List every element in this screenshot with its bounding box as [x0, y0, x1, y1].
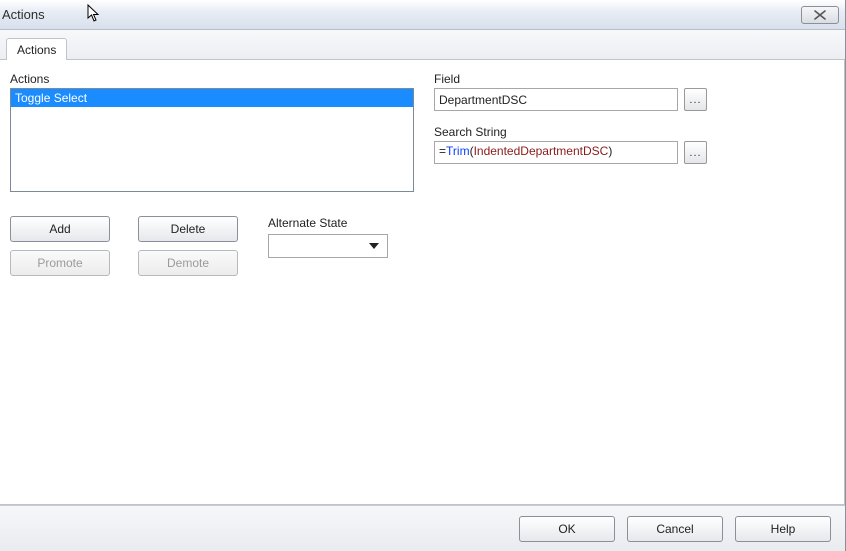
actions-label: Actions: [10, 72, 414, 86]
search-string-input[interactable]: =Trim(IndentedDepartmentDSC): [434, 141, 678, 164]
titlebar: Actions: [0, 0, 845, 30]
mouse-cursor-icon: [87, 4, 101, 25]
close-button[interactable]: [801, 6, 839, 24]
ok-button[interactable]: OK: [519, 516, 615, 542]
dialog-button-bar: OK Cancel Help: [0, 505, 845, 551]
search-string-label: Search String: [434, 125, 832, 139]
field-browse-button[interactable]: ...: [684, 88, 707, 111]
search-string-browse-button[interactable]: ...: [684, 141, 707, 164]
promote-button[interactable]: Promote: [10, 250, 110, 276]
chevron-down-icon: [369, 243, 379, 249]
cancel-button[interactable]: Cancel: [627, 516, 723, 542]
tab-panel: Actions Toggle Select Add Promote Delete…: [0, 60, 845, 505]
field-label: Field: [434, 72, 832, 86]
tab-actions[interactable]: Actions: [6, 38, 67, 60]
alternate-state-label: Alternate State: [268, 216, 388, 230]
help-button[interactable]: Help: [735, 516, 831, 542]
field-input[interactable]: [434, 88, 678, 111]
close-icon: [814, 10, 826, 20]
window-title: Actions: [2, 7, 45, 22]
actions-column: Actions Toggle Select Add Promote Delete…: [10, 72, 414, 276]
alternate-state-select[interactable]: [268, 234, 388, 258]
field-column: Field ... Search String =Trim(IndentedDe…: [414, 72, 832, 276]
add-button[interactable]: Add: [10, 216, 110, 242]
dialog-actions: Actions Actions Actions Toggle Select: [0, 0, 846, 551]
actions-list-item[interactable]: Toggle Select: [11, 89, 413, 107]
actions-list[interactable]: Toggle Select: [10, 88, 414, 192]
delete-button[interactable]: Delete: [138, 216, 238, 242]
demote-button[interactable]: Demote: [138, 250, 238, 276]
tab-strip: Actions: [0, 30, 845, 60]
